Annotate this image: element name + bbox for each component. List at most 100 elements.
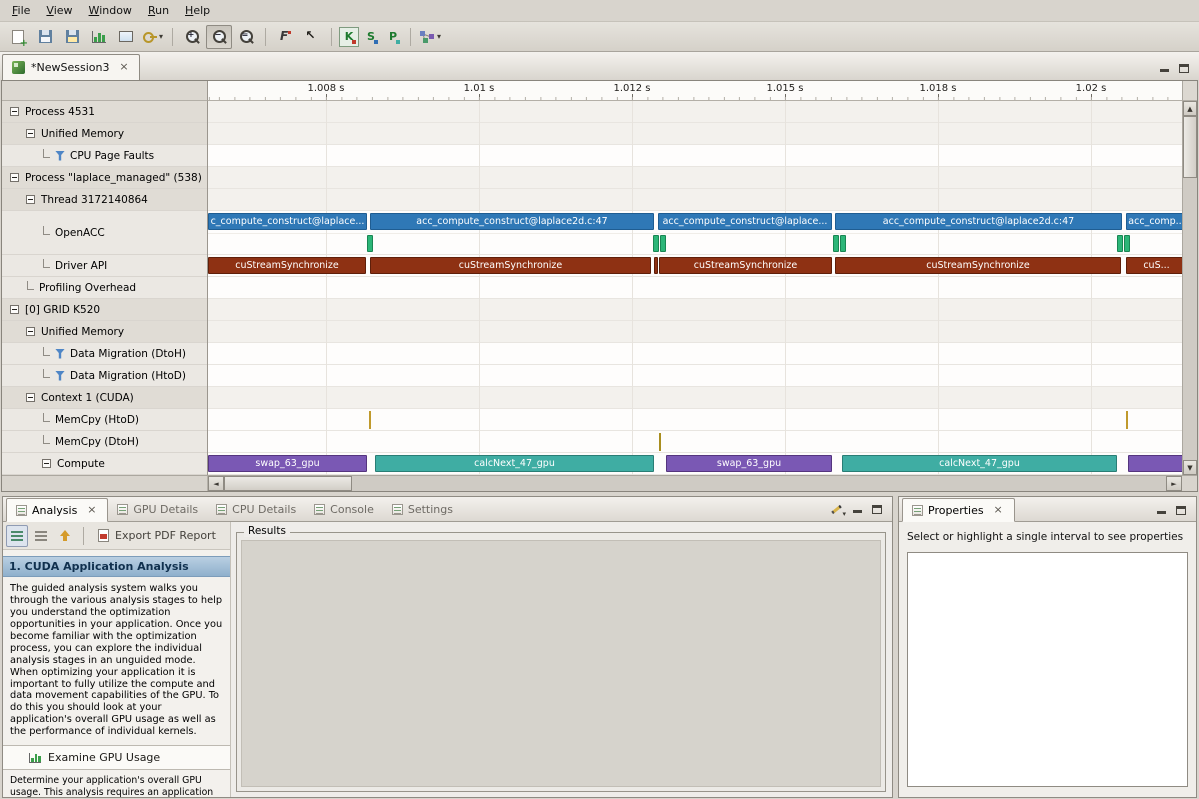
tree-row-unified-memory[interactable]: Unified Memory (2, 321, 207, 343)
scroll-up-button[interactable] (1183, 101, 1197, 116)
expander-icon[interactable] (26, 393, 35, 402)
timeline-bar-swap-63-gpu[interactable]: swap_63_gpu (208, 455, 367, 472)
tab-analysis[interactable]: Analysis (6, 498, 108, 522)
timeline-tracks[interactable]: c_compute_construct@laplace...acc_comput… (208, 101, 1182, 475)
menu-item-run[interactable]: Run (140, 1, 177, 20)
timeline-view-button[interactable] (113, 25, 139, 49)
timeline-bar-custreamsynchronize[interactable]: cuStreamSynchronize (370, 257, 651, 274)
goto-marker-button[interactable] (299, 25, 325, 49)
examine-gpu-usage-button[interactable]: Examine GPU Usage (3, 745, 230, 770)
tab-settings[interactable]: Settings (383, 497, 462, 521)
timeline-bar-driver[interactable] (654, 257, 658, 274)
timeline-bar-calcnext-47-gpu[interactable]: calcNext_47_gpu (842, 455, 1117, 472)
timeline-bar-swap-63-gpu[interactable]: swap_63_gpu (666, 455, 832, 472)
overhead-marker[interactable] (1124, 235, 1130, 252)
memcpy-htod-tick[interactable] (1126, 411, 1128, 429)
run-analysis-dropdown[interactable] (417, 25, 443, 49)
vscroll-thumb[interactable] (1183, 116, 1197, 178)
maximize-icon[interactable] (1179, 64, 1189, 73)
back-up-button[interactable] (54, 525, 76, 547)
zoom-fit-button[interactable] (233, 25, 259, 49)
tree-row-driver-api[interactable]: Driver API (2, 255, 207, 277)
tree-row-compute[interactable]: Compute (2, 453, 207, 475)
overhead-marker[interactable] (833, 235, 839, 252)
zoom-in-button[interactable] (179, 25, 205, 49)
maximize-icon[interactable] (1176, 506, 1186, 515)
tree-row-data-migration-htod[interactable]: Data Migration (HtoD) (2, 365, 207, 387)
menu-item-window[interactable]: Window (81, 1, 140, 20)
tab-console[interactable]: Console (305, 497, 383, 521)
tree-row-unified-memory[interactable]: Unified Memory (2, 123, 207, 145)
unguided-analysis-button[interactable] (30, 525, 52, 547)
export-pdf-button[interactable]: Export PDF Report (91, 526, 223, 545)
guided-analysis-button[interactable] (6, 525, 28, 547)
tab-cpu-details[interactable]: CPU Details (207, 497, 305, 521)
menu-item-view[interactable]: View (38, 1, 80, 20)
toggle-p-button[interactable]: P (383, 27, 403, 47)
save-as-button[interactable] (59, 25, 85, 49)
timeline-bar-custreamsynchronize[interactable]: cuStreamSynchronize (659, 257, 832, 274)
expander-icon[interactable] (42, 459, 51, 468)
timeline-bar-custreamsynchronize[interactable]: cuStreamSynchronize (835, 257, 1121, 274)
maximize-icon[interactable] (872, 505, 882, 514)
vscroll-track[interactable] (1183, 116, 1197, 460)
scroll-down-button[interactable] (1183, 460, 1197, 475)
session-tab[interactable]: *NewSession3 (2, 54, 140, 80)
expander-icon[interactable] (26, 327, 35, 336)
tab-properties[interactable]: Properties (902, 498, 1015, 522)
save-button[interactable] (32, 25, 58, 49)
timeline-bar-cus[interactable]: cuS... (1126, 257, 1182, 274)
overhead-marker[interactable] (660, 235, 666, 252)
hscroll-track[interactable] (224, 476, 1166, 491)
expander-icon[interactable] (10, 305, 19, 314)
menu-item-file[interactable]: File (4, 1, 38, 20)
tab-gpu-details[interactable]: GPU Details (108, 497, 207, 521)
tree-row-cpu-page-faults[interactable]: CPU Page Faults (2, 145, 207, 167)
expander-icon[interactable] (26, 195, 35, 204)
zoom-out-button[interactable] (206, 25, 232, 49)
tree-row-thread-3172140864[interactable]: Thread 3172140864 (2, 189, 207, 211)
timeline-bar-acc-comp[interactable]: acc_comp... (1126, 213, 1182, 230)
new-session-button[interactable] (5, 25, 31, 49)
timeline-horizontal-scrollbar[interactable] (208, 476, 1182, 491)
overhead-marker[interactable] (1117, 235, 1123, 252)
minimize-icon[interactable] (853, 505, 863, 514)
tree-row-0-grid-k520[interactable]: [0] GRID K520 (2, 299, 207, 321)
timeline-bar-custreamsynchronize[interactable]: cuStreamSynchronize (208, 257, 366, 274)
tree-row-context-1-cuda[interactable]: Context 1 (CUDA) (2, 387, 207, 409)
timeline-bar-swap[interactable] (1128, 455, 1182, 472)
close-icon[interactable] (117, 61, 130, 74)
add-marker-button[interactable] (272, 25, 298, 49)
timeline-bar-acc-compute-construct-laplace2d-c-47[interactable]: acc_compute_construct@laplace2d.c:47 (370, 213, 654, 230)
tree-row-memcpy-htod[interactable]: MemCpy (HtoD) (2, 409, 207, 431)
overhead-marker[interactable] (367, 235, 373, 252)
hscroll-thumb[interactable] (224, 476, 352, 491)
overhead-marker[interactable] (840, 235, 846, 252)
session-settings-dropdown[interactable] (140, 25, 166, 49)
tree-row-memcpy-dtoh[interactable]: MemCpy (DtoH) (2, 431, 207, 453)
expander-icon[interactable] (10, 107, 19, 116)
expander-icon[interactable] (26, 129, 35, 138)
view-menu-icon[interactable] (830, 503, 844, 515)
overhead-marker[interactable] (653, 235, 659, 252)
tree-row-data-migration-dtoh[interactable]: Data Migration (DtoH) (2, 343, 207, 365)
timeline-ruler[interactable]: 1.008 s1.01 s1.012 s1.015 s1.018 s1.02 s (208, 81, 1182, 101)
scroll-right-button[interactable] (1166, 476, 1182, 491)
memcpy-htod-tick[interactable] (369, 411, 371, 429)
timeline-bar-calcnext-47-gpu[interactable]: calcNext_47_gpu (375, 455, 654, 472)
memcpy-dtoh-tick[interactable] (659, 433, 661, 451)
profile-application-button[interactable] (86, 25, 112, 49)
close-icon[interactable] (85, 504, 98, 517)
menu-item-help[interactable]: Help (177, 1, 218, 20)
expander-icon[interactable] (10, 173, 19, 182)
tree-row-process-laplace-managed-538[interactable]: Process "laplace_managed" (538) (2, 167, 207, 189)
minimize-icon[interactable] (1157, 506, 1167, 515)
toggle-k-button[interactable]: K (339, 27, 359, 47)
timeline-bar-acc-compute-construct-laplace[interactable]: acc_compute_construct@laplace... (658, 213, 832, 230)
minimize-icon[interactable] (1160, 64, 1170, 73)
close-icon[interactable] (992, 504, 1005, 517)
toggle-s-button[interactable]: S (361, 27, 381, 47)
scroll-left-button[interactable] (208, 476, 224, 491)
tree-row-openacc[interactable]: OpenACC (2, 211, 207, 255)
timeline-bar-acc-compute-construct-laplace2d-c-47[interactable]: acc_compute_construct@laplace2d.c:47 (835, 213, 1122, 230)
